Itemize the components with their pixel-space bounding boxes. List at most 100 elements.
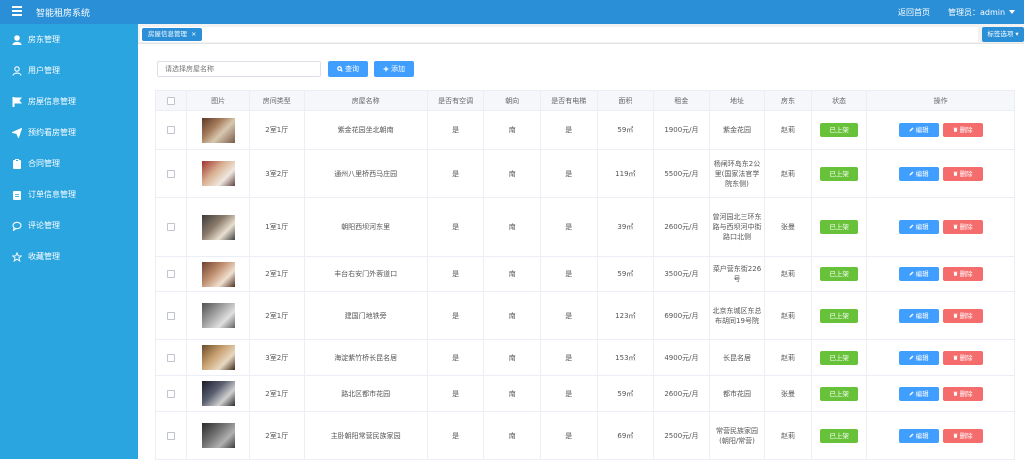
status-button[interactable]: 已上架 [820,166,859,181]
cell-address: 北京东城区东总布胡同19号院 [708,291,766,340]
delete-button[interactable]: 删除 [942,166,983,181]
delete-label: 删除 [959,169,973,178]
delete-button[interactable]: 删除 [942,308,983,323]
cell-orientation: 南 [483,291,541,340]
sidebar-item-orders[interactable]: 订单信息管理 [0,179,138,210]
status-button[interactable]: 已上架 [820,428,859,443]
sidebar-item-contract[interactable]: 合同管理 [0,148,138,179]
status-button[interactable]: 已上架 [820,267,859,281]
edit-label: 编辑 [915,311,929,320]
cell-landlord: 赵莉 [764,256,812,292]
row-image [186,375,250,412]
cell-actions: 编辑 删除 [866,411,1015,460]
menu-toggle-icon[interactable] [12,6,22,16]
home-link[interactable]: 返回首页 [898,7,930,18]
row-checkbox[interactable] [167,223,176,231]
edit-icon [909,224,914,229]
header-select [154,90,188,111]
header-elevator: 是否有电梯 [539,90,598,111]
tab-house-info[interactable]: 房屋信息管理 × [142,28,203,41]
cell-room-type: 2室1厅 [248,110,305,150]
cell-landlord: 张曼 [764,375,812,412]
top-bar: 智能租房系统 返回首页 管理员：admin [0,0,1024,24]
edit-button[interactable]: 编辑 [898,123,939,137]
edit-button[interactable]: 编辑 [898,350,939,365]
delete-button[interactable]: 删除 [942,386,983,401]
delete-button[interactable]: 删除 [942,123,983,137]
delete-button[interactable]: 删除 [942,220,983,234]
edit-icon [909,127,914,132]
row-image [186,197,250,257]
status-button[interactable]: 已上架 [820,350,859,365]
cell-house-name: 朝阳西坝河东里 [303,197,428,257]
edit-label: 编辑 [915,431,929,440]
edit-button[interactable]: 编辑 [898,308,939,323]
cell-area: 59㎡ [596,110,655,150]
cell-house-name: 路北区都市花园 [303,375,428,412]
sidebar-item-viewing[interactable]: 预约看房管理 [0,117,138,148]
edit-button[interactable]: 编辑 [898,386,939,401]
sidebar-item-house-info[interactable]: 房屋信息管理 [0,86,138,117]
select-all-checkbox[interactable] [167,96,176,105]
trash-icon [953,355,958,360]
admin-dropdown[interactable]: 管理员：admin [948,7,1016,18]
edit-icon [909,355,914,359]
edit-button[interactable]: 编辑 [898,428,939,443]
tab-area: 房屋信息管理 × [140,27,978,42]
close-icon[interactable]: × [191,30,196,38]
table-row: 2室1厅 路北区都市花园 是 南 是 59㎡ 2600元/月 都市花园 张曼 已… [154,375,1015,412]
row-checkbox[interactable] [167,353,176,362]
status-button[interactable]: 已上架 [820,386,859,401]
sidebar-item-favorites[interactable]: 收藏管理 [0,241,138,272]
cell-room-type: 3室2厅 [248,339,305,376]
cell-actions: 编辑 删除 [866,291,1015,340]
tabs-bar: 房屋信息管理 × 标签选项 ▾ [138,24,1024,44]
trash-icon [953,224,958,229]
edit-icon [909,433,914,437]
add-label: 添加 [391,65,405,73]
cell-rent: 1900元/月 [653,110,710,150]
status-button[interactable]: 已上架 [820,123,859,137]
edit-button[interactable]: 编辑 [898,166,939,181]
row-checkbox[interactable] [167,126,176,134]
query-button[interactable]: 查询 [328,61,368,77]
cell-landlord: 赵莉 [764,411,812,460]
edit-button[interactable]: 编辑 [898,220,939,234]
row-checkbox[interactable] [167,311,176,320]
add-button[interactable]: 添加 [374,61,414,77]
sidebar-item-comments[interactable]: 评论管理 [0,210,138,241]
delete-button[interactable]: 删除 [942,428,983,443]
cell-landlord: 赵莉 [764,339,812,376]
row-image [186,339,250,376]
status-button[interactable]: 已上架 [820,308,859,323]
user-icon [12,34,22,45]
table-row: 2室1厅 建国门地铁旁 是 南 是 123㎡ 6900元/月 北京东城区东总布胡… [154,291,1015,340]
status-button[interactable]: 已上架 [820,220,859,234]
edit-button[interactable]: 编辑 [898,267,939,281]
cell-rent: 2600元/月 [653,197,710,257]
row-checkbox[interactable] [167,389,176,398]
edit-icon [909,271,914,276]
cell-orientation: 南 [483,339,541,376]
cell-room-type: 2室1厅 [248,411,305,460]
cell-area: 59㎡ [596,256,655,292]
edit-label: 编辑 [915,126,929,134]
cell-area: 119㎡ [596,149,655,198]
row-checkbox[interactable] [167,169,176,178]
trash-icon [953,271,958,276]
search-input[interactable] [157,61,321,77]
sidebar-item-users[interactable]: 用户管理 [0,55,138,86]
cell-room-type: 2室1厅 [248,256,305,292]
edit-label: 编辑 [915,169,929,178]
tab-options-label: 标签选项 [987,30,1014,38]
row-select [154,339,188,376]
delete-button[interactable]: 删除 [942,350,983,365]
tab-options-button[interactable]: 标签选项 ▾ [982,27,1024,42]
cell-rent: 6900元/月 [653,291,710,340]
clipboard-list-icon [12,190,22,200]
cell-status: 已上架 [810,291,868,340]
delete-button[interactable]: 删除 [942,267,983,281]
sidebar-item-landlord[interactable]: 房东管理 [0,24,138,55]
row-checkbox[interactable] [167,270,176,278]
row-checkbox[interactable] [167,431,176,440]
